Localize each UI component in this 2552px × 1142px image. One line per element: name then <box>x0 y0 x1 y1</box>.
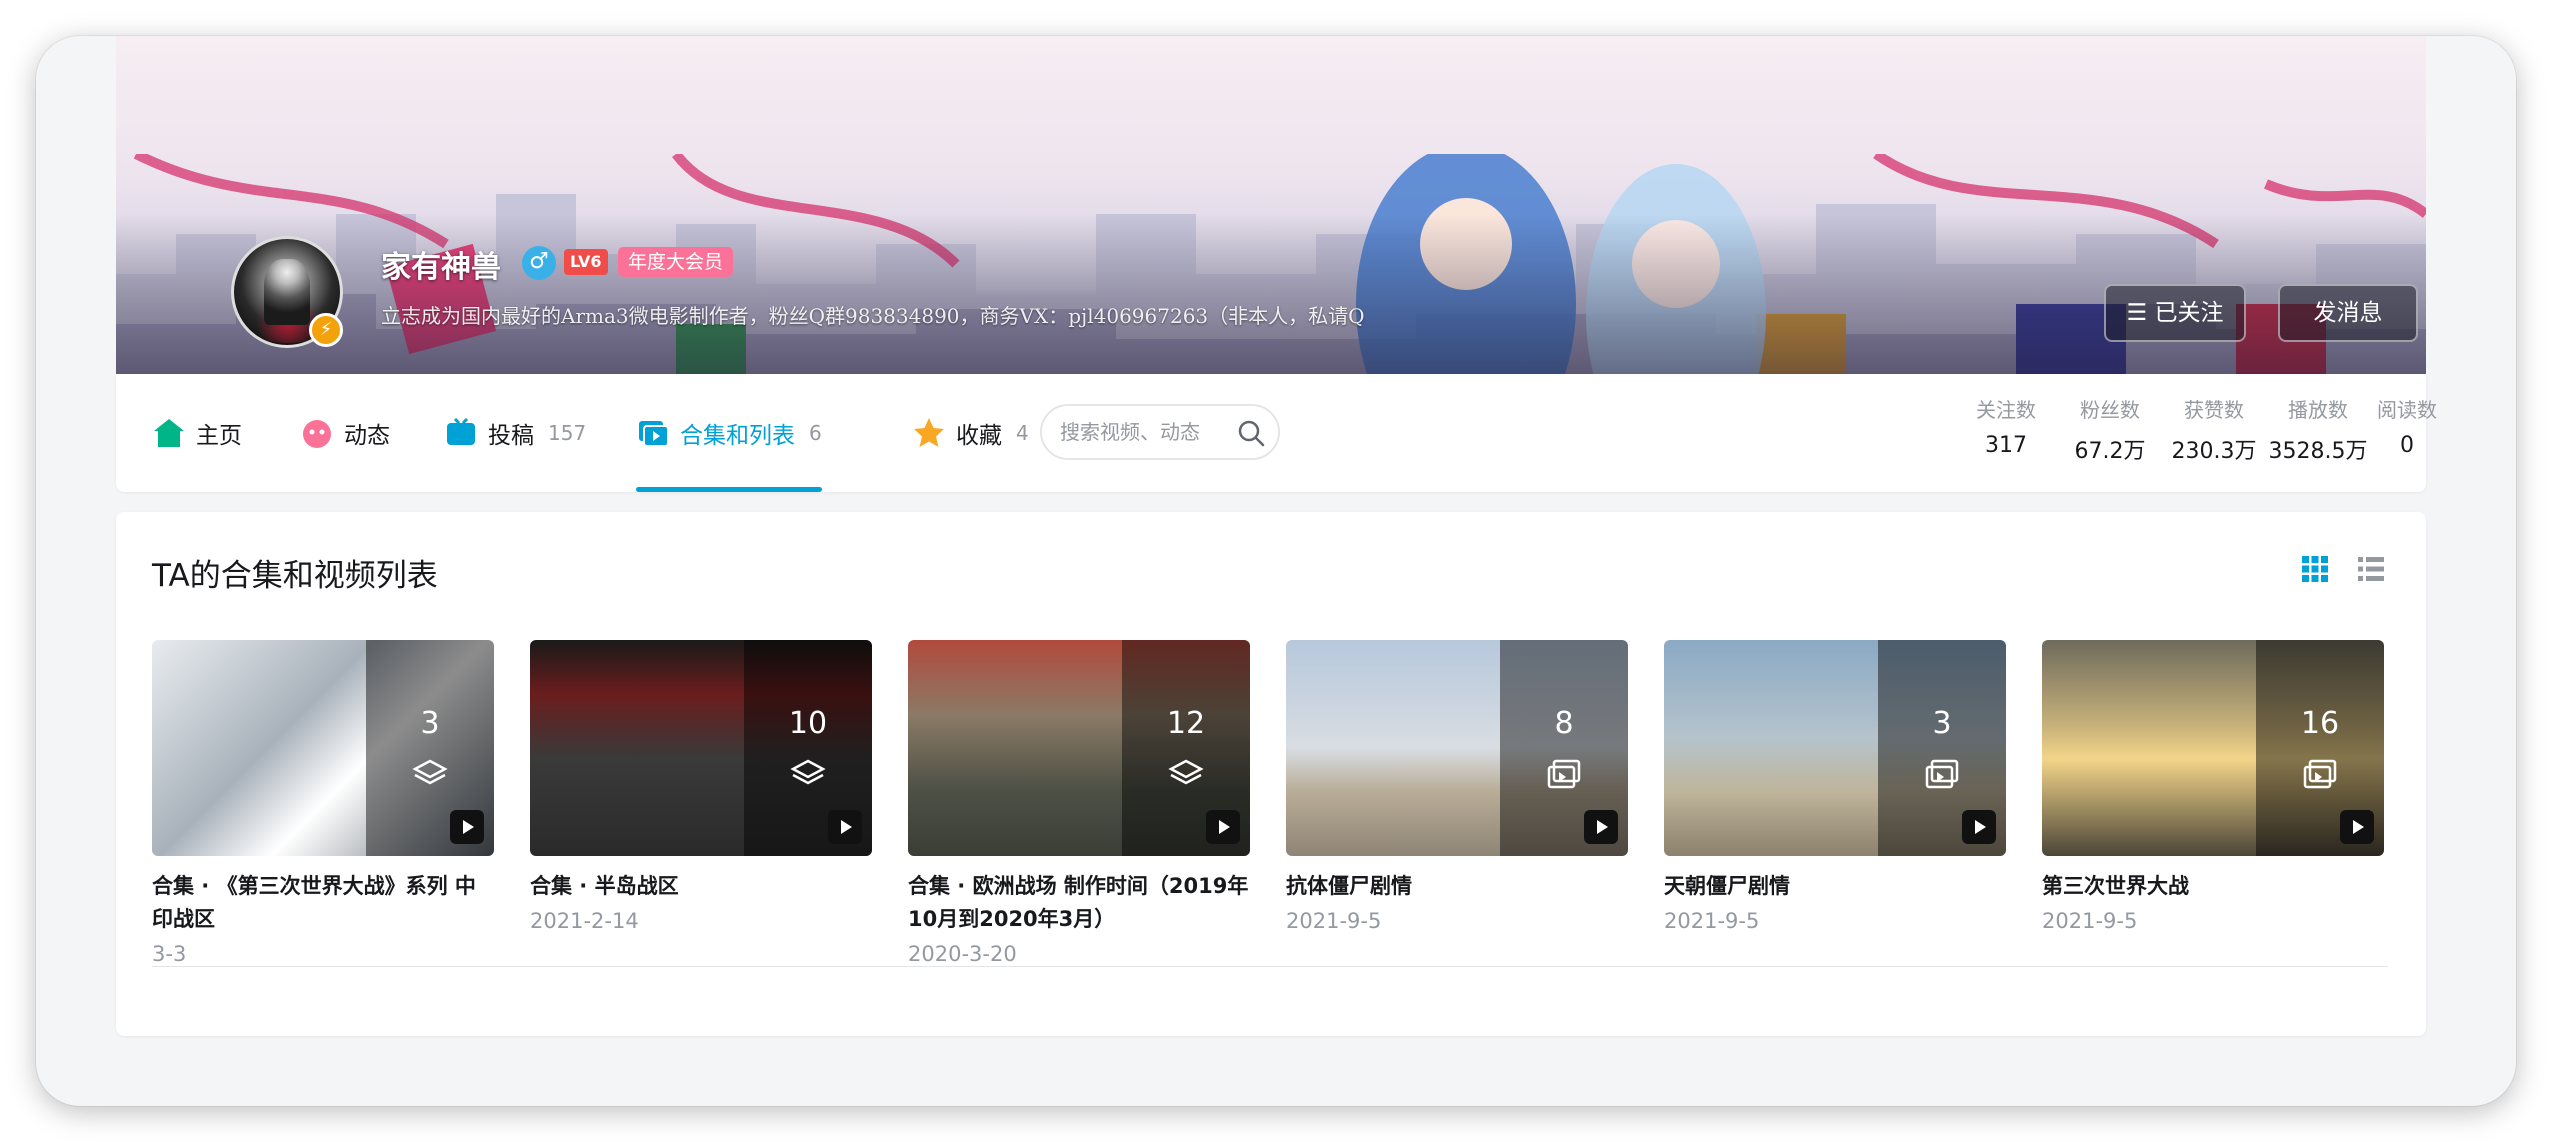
list-view-icon[interactable] <box>2356 554 2386 584</box>
stat-fans[interactable]: 粉丝数 67.2万 <box>2060 394 2160 465</box>
play-icon[interactable] <box>1206 810 1240 844</box>
tv-icon <box>447 417 475 445</box>
stat-label: 播放数 <box>2288 398 2348 422</box>
layers-icon <box>412 759 448 785</box>
stat-value: 230.3万 <box>2171 439 2257 464</box>
collection-card[interactable]: 10 合集 · 半岛战区 2021-2-14 <box>530 640 872 933</box>
lightning-badge-icon: ⚡ <box>309 313 343 347</box>
play-icon[interactable] <box>828 810 862 844</box>
stat-label: 关注数 <box>1976 398 2036 422</box>
tab-label: 投稿 <box>488 423 534 449</box>
male-gender-icon: ♂ <box>522 246 556 280</box>
collection-date: 2021-9-5 <box>1664 909 1760 933</box>
stat-value: 3528.5万 <box>2268 439 2368 464</box>
collection-date: 2020-3-20 <box>908 942 1017 966</box>
layers-icon <box>790 759 826 785</box>
play-icon[interactable] <box>1584 810 1618 844</box>
playlist-icon <box>1925 759 1959 789</box>
collection-date: 2021-9-5 <box>2042 909 2138 933</box>
video-count: 16 <box>2300 706 2340 741</box>
tab-collections[interactable]: 合集和列表 6 <box>636 374 822 492</box>
tab-label: 主页 <box>196 423 242 449</box>
play-icon[interactable] <box>1962 810 1996 844</box>
play-icon[interactable] <box>450 810 484 844</box>
tab-count: 4 <box>1016 421 1029 445</box>
profile-banner: ⚡ 家有神兽 ♂ LV6 年度大会员 立志成为国内最好的Arma3微电影制作者，… <box>116 36 2426 374</box>
tab-home[interactable]: 主页 <box>152 374 242 492</box>
playlist-icon <box>1547 759 1581 789</box>
search-input[interactable] <box>1060 414 1230 450</box>
section-title: TA的合集和视频列表 <box>152 558 438 594</box>
dynamic-icon <box>303 420 331 448</box>
stat-label: 粉丝数 <box>2080 398 2140 422</box>
user-name[interactable]: 家有神兽 <box>381 242 501 286</box>
stat-value: 317 <box>1985 433 2027 458</box>
video-count: 12 <box>1166 706 1206 741</box>
grid-view-icon[interactable] <box>2300 554 2330 584</box>
video-count: 10 <box>788 706 828 741</box>
divider <box>152 966 2388 967</box>
collection-card[interactable]: 3 合集 · 《第三次世界大战》系列 中印战区 3-3 <box>152 640 494 966</box>
tab-count: 157 <box>548 421 587 445</box>
tab-label: 收藏 <box>956 423 1002 449</box>
stat-label: 获赞数 <box>2184 398 2244 422</box>
video-count: 8 <box>1554 706 1574 741</box>
collection-icon <box>639 421 669 447</box>
play-icon[interactable] <box>2340 810 2374 844</box>
tab-label: 合集和列表 <box>680 423 795 449</box>
profile-nav: 主页 动态 投稿 157 合集和列表 6 收藏 4 关注数 317 <box>116 374 2437 492</box>
collection-date: 3-3 <box>152 942 187 966</box>
layers-icon <box>1168 759 1204 785</box>
home-icon <box>154 419 184 447</box>
collection-title[interactable]: 抗体僵尸剧情 <box>1286 870 1628 903</box>
tab-count: 6 <box>809 421 822 445</box>
search-field[interactable] <box>1040 404 1280 460</box>
stat-following[interactable]: 关注数 317 <box>1956 394 2056 458</box>
collection-title[interactable]: 合集 · 欧洲战场 制作时间（2019年10月到2020年3月） <box>908 870 1250 936</box>
stat-reads: 阅读数 0 <box>2372 394 2442 458</box>
collection-thumbnail[interactable]: 3 <box>152 640 494 856</box>
tab-label: 动态 <box>344 423 390 449</box>
level-badge: LV6 <box>564 249 608 275</box>
tab-dynamic[interactable]: 动态 <box>300 374 390 492</box>
collection-thumbnail[interactable]: 3 <box>1664 640 2006 856</box>
collection-title[interactable]: 第三次世界大战 <box>2042 870 2384 903</box>
search-icon[interactable] <box>1236 418 1266 448</box>
collection-title[interactable]: 合集 · 《第三次世界大战》系列 中印战区 <box>152 870 494 936</box>
send-message-button[interactable]: 发消息 <box>2278 284 2418 342</box>
collection-date: 2021-9-5 <box>1286 909 1382 933</box>
collection-thumbnail[interactable]: 8 <box>1286 640 1628 856</box>
stat-label: 阅读数 <box>2377 398 2437 422</box>
collection-card[interactable]: 16 第三次世界大战 2021-9-5 <box>2042 640 2384 933</box>
star-icon <box>914 418 944 447</box>
stat-value: 67.2万 <box>2074 439 2146 464</box>
avatar-figure <box>264 259 310 325</box>
vip-badge[interactable]: 年度大会员 <box>618 247 734 277</box>
tab-uploads[interactable]: 投稿 157 <box>444 374 586 492</box>
playlist-icon <box>2303 759 2337 789</box>
collection-date: 2021-2-14 <box>530 909 639 933</box>
collection-title[interactable]: 天朝僵尸剧情 <box>1664 870 2006 903</box>
stat-plays: 播放数 3528.5万 <box>2268 394 2368 465</box>
followed-button[interactable]: ☰ 已关注 <box>2104 284 2246 342</box>
video-count: 3 <box>420 706 440 741</box>
tab-favorites[interactable]: 收藏 4 <box>912 374 1029 492</box>
collection-card[interactable]: 8 抗体僵尸剧情 2021-9-5 <box>1286 640 1628 933</box>
collection-title[interactable]: 合集 · 半岛战区 <box>530 870 872 903</box>
collection-card[interactable]: 12 合集 · 欧洲战场 制作时间（2019年10月到2020年3月） 2020… <box>908 640 1250 966</box>
collections-panel: TA的合集和视频列表 3 合集 · 《第三次世界大战》系列 中印战区 3-3 1… <box>116 512 2426 1036</box>
collection-thumbnail[interactable]: 16 <box>2042 640 2384 856</box>
stat-value: 0 <box>2400 433 2414 458</box>
stat-likes: 获赞数 230.3万 <box>2164 394 2264 465</box>
user-signature: 立志成为国内最好的Arma3微电影制作者，粉丝Q群983834890，商务VX：… <box>381 304 1365 328</box>
collection-card[interactable]: 3 天朝僵尸剧情 2021-9-5 <box>1664 640 2006 933</box>
video-count: 3 <box>1932 706 1952 741</box>
banner-shade <box>116 214 2426 374</box>
collection-thumbnail[interactable]: 12 <box>908 640 1250 856</box>
page-window: ⚡ 家有神兽 ♂ LV6 年度大会员 立志成为国内最好的Arma3微电影制作者，… <box>36 36 2516 1106</box>
collection-thumbnail[interactable]: 10 <box>530 640 872 856</box>
